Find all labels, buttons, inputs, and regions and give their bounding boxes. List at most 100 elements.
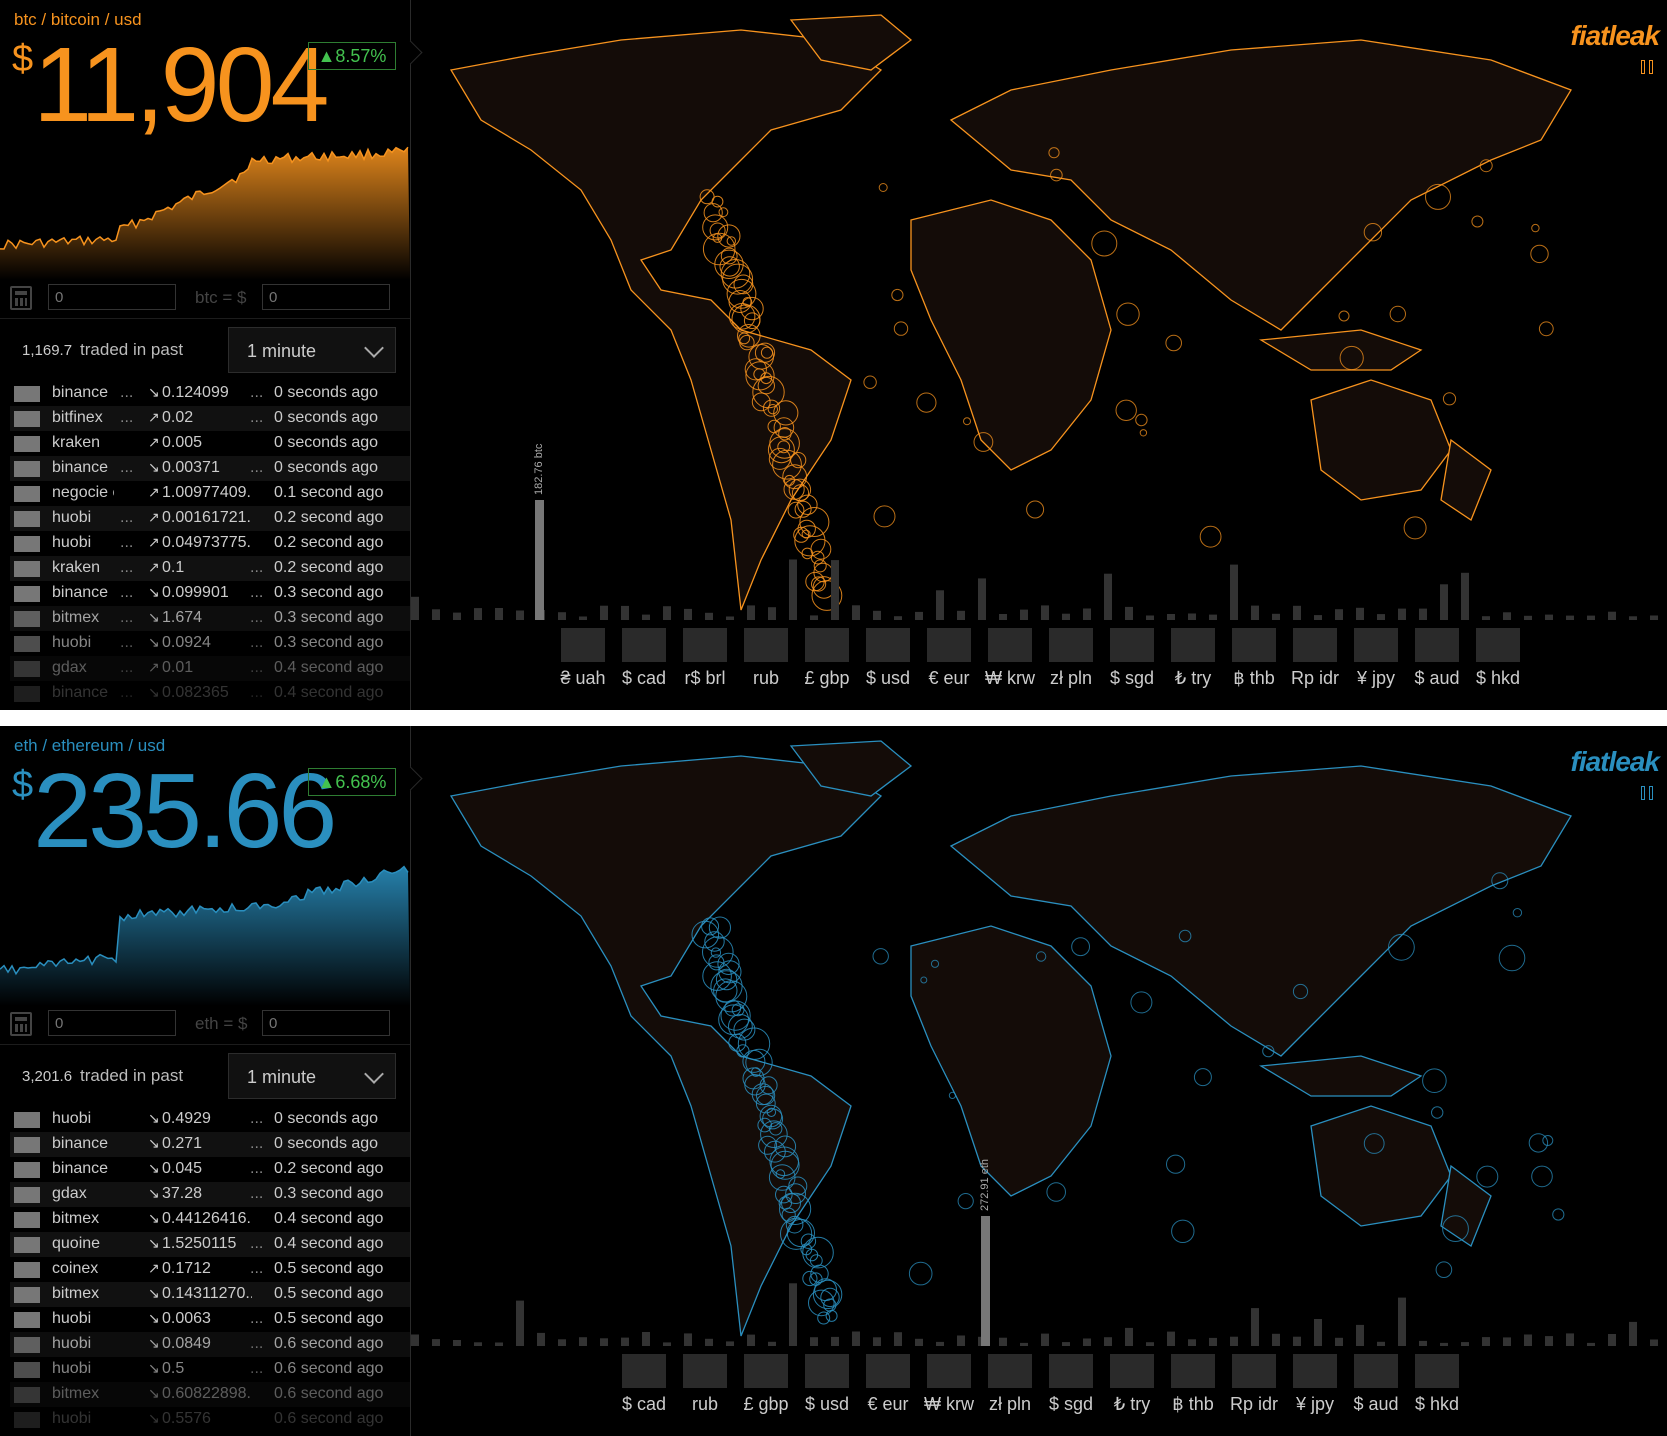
currency-button[interactable]: ¥ jpy: [1349, 628, 1403, 694]
currency-button[interactable]: Rp idr: [1227, 1354, 1281, 1420]
volume-bar: [558, 1339, 566, 1346]
currency-button[interactable]: ¥ jpy: [1288, 1354, 1342, 1420]
currency-button[interactable]: ฿ thb: [1166, 1354, 1220, 1420]
volume-peak-label: 272.91 eth: [979, 1159, 991, 1211]
pause-icon[interactable]: [1641, 60, 1655, 74]
currency-button[interactable]: $ usd: [800, 1354, 854, 1420]
currency-button[interactable]: rub: [678, 1354, 732, 1420]
trade-row: bitmex ↘ 0.60822898... 0.6 second ago: [10, 1382, 410, 1407]
arrow-up-right-icon: ↗: [148, 484, 160, 500]
volume-bar: [1041, 605, 1049, 620]
currency-button[interactable]: $ usd: [861, 628, 915, 694]
volume-peak-label: 182.76 btc: [533, 443, 545, 495]
currency-button[interactable]: $ aud: [1349, 1354, 1403, 1420]
currency-button[interactable]: r$ brl: [678, 628, 732, 694]
volume-bar: [1146, 1342, 1154, 1346]
trade-amount: 0.5576: [162, 1410, 211, 1427]
pause-icon[interactable]: [1641, 786, 1655, 800]
volume-bar: [1188, 1339, 1196, 1346]
period-select[interactable]: 1 minute: [228, 1053, 396, 1099]
volume-bar: [747, 605, 755, 620]
currency-button[interactable]: ₴ uah: [556, 628, 610, 694]
trade-flow-circle: [817, 1311, 831, 1325]
currency-button[interactable]: $ cad: [617, 1354, 671, 1420]
currency-button[interactable]: € eur: [922, 628, 976, 694]
exchange-overflow: ...: [120, 634, 134, 651]
period-value: 1 minute: [247, 341, 317, 361]
exchange-overflow: ...: [120, 384, 134, 401]
arrow-down-right-icon: ↘: [148, 1185, 160, 1201]
arrow-down-right-icon: ↘: [148, 1235, 160, 1251]
exchange-name: huobi: [52, 1310, 92, 1327]
currency-button[interactable]: € eur: [861, 1354, 915, 1420]
trade-flow-circle: [1531, 1165, 1553, 1188]
volume-bar: [621, 1337, 629, 1346]
currency-button[interactable]: $ cad: [617, 628, 671, 694]
crypto-amount-input[interactable]: [48, 1010, 176, 1036]
world-map[interactable]: $ cad rub £ gbp $ usd € eur ₩ krw zł pln $ sgd ₺…: [411, 726, 1667, 1436]
currency-button[interactable]: $ aud: [1410, 628, 1464, 694]
volume-bar: [1608, 1334, 1616, 1346]
exchange-flag-icon: [14, 536, 40, 552]
trade-flow-circle: [893, 321, 909, 336]
currency-button[interactable]: ฿ thb: [1227, 628, 1281, 694]
converter-label: btc = $: [195, 288, 247, 307]
trade-time: 0.6 second ago: [274, 1360, 384, 1377]
currency-button[interactable]: ₩ krw: [983, 628, 1037, 694]
calculator-icon[interactable]: [10, 1012, 32, 1036]
trade-flow-circle: [1338, 310, 1350, 322]
arrow-up-right-icon: ↗: [148, 659, 160, 675]
exchange-overflow: ...: [120, 684, 134, 701]
period-select[interactable]: 1 minute: [228, 327, 396, 373]
volume-bar: [516, 610, 524, 620]
currency-button[interactable]: ₺ try: [1166, 628, 1220, 694]
currency-symbol: $: [12, 38, 34, 80]
volume-bar: [684, 608, 692, 620]
continent-outline: [1440, 438, 1492, 521]
currency-button[interactable]: rub: [739, 628, 793, 694]
exchange-overflow: ...: [120, 659, 134, 676]
trade-flow-circle: [708, 916, 731, 939]
currency-button[interactable]: ₺ try: [1105, 1354, 1159, 1420]
volume-bar: [432, 1339, 440, 1346]
fiatleak-logo[interactable]: fiatleak: [1571, 746, 1660, 778]
currency-button[interactable]: $ hkd: [1471, 628, 1525, 694]
trade-flow-circle: [963, 417, 971, 426]
currency-button[interactable]: Rp idr: [1288, 628, 1342, 694]
usd-amount-input[interactable]: [262, 1010, 390, 1036]
volume-bar: [726, 616, 734, 620]
flag-tr-icon: [1171, 628, 1215, 662]
flag-br-icon: [683, 628, 727, 662]
amount-overflow: ...: [250, 1260, 264, 1277]
currency-button[interactable]: zł pln: [983, 1354, 1037, 1420]
exchange-flag-icon: [14, 1287, 40, 1303]
exchange-flag-icon: [14, 636, 40, 652]
crypto-amount-input[interactable]: [48, 284, 176, 310]
trade-flow-circle: [1531, 223, 1540, 233]
currency-button[interactable]: $ sgd: [1044, 1354, 1098, 1420]
fiatleak-logo[interactable]: fiatleak: [1571, 20, 1660, 52]
currency-button[interactable]: zł pln: [1044, 628, 1098, 694]
currency-button[interactable]: ₩ krw: [922, 1354, 976, 1420]
volume-bar: [1440, 584, 1448, 620]
divider: [0, 318, 410, 319]
amount-overflow: ...: [250, 609, 264, 626]
exchange-overflow: ...: [120, 509, 134, 526]
world-map[interactable]: ₴ uah $ cad r$ brl rub £ gbp $ usd € eur ₩ krw z…: [411, 0, 1667, 710]
exchange-flag-icon: [14, 561, 40, 577]
volume-bar: [831, 1336, 839, 1346]
continent-outline: [449, 29, 883, 611]
volume-bar: [1377, 1341, 1385, 1346]
currency-button[interactable]: $ hkd: [1410, 1354, 1464, 1420]
trade-row: gdax ↘ 37.28... 0.3 second ago: [10, 1182, 410, 1207]
calculator-icon[interactable]: [10, 286, 32, 310]
exchange-flag-icon: [14, 486, 40, 502]
trade-flow-circle: [1512, 908, 1523, 918]
flag-pl-icon: [1049, 628, 1093, 662]
currency-button[interactable]: £ gbp: [800, 628, 854, 694]
trade-amount: 0.02: [162, 409, 194, 426]
currency-button[interactable]: £ gbp: [739, 1354, 793, 1420]
currency-button[interactable]: $ sgd: [1105, 628, 1159, 694]
traded-amount: 1,169.7: [22, 342, 73, 359]
usd-amount-input[interactable]: [262, 284, 390, 310]
